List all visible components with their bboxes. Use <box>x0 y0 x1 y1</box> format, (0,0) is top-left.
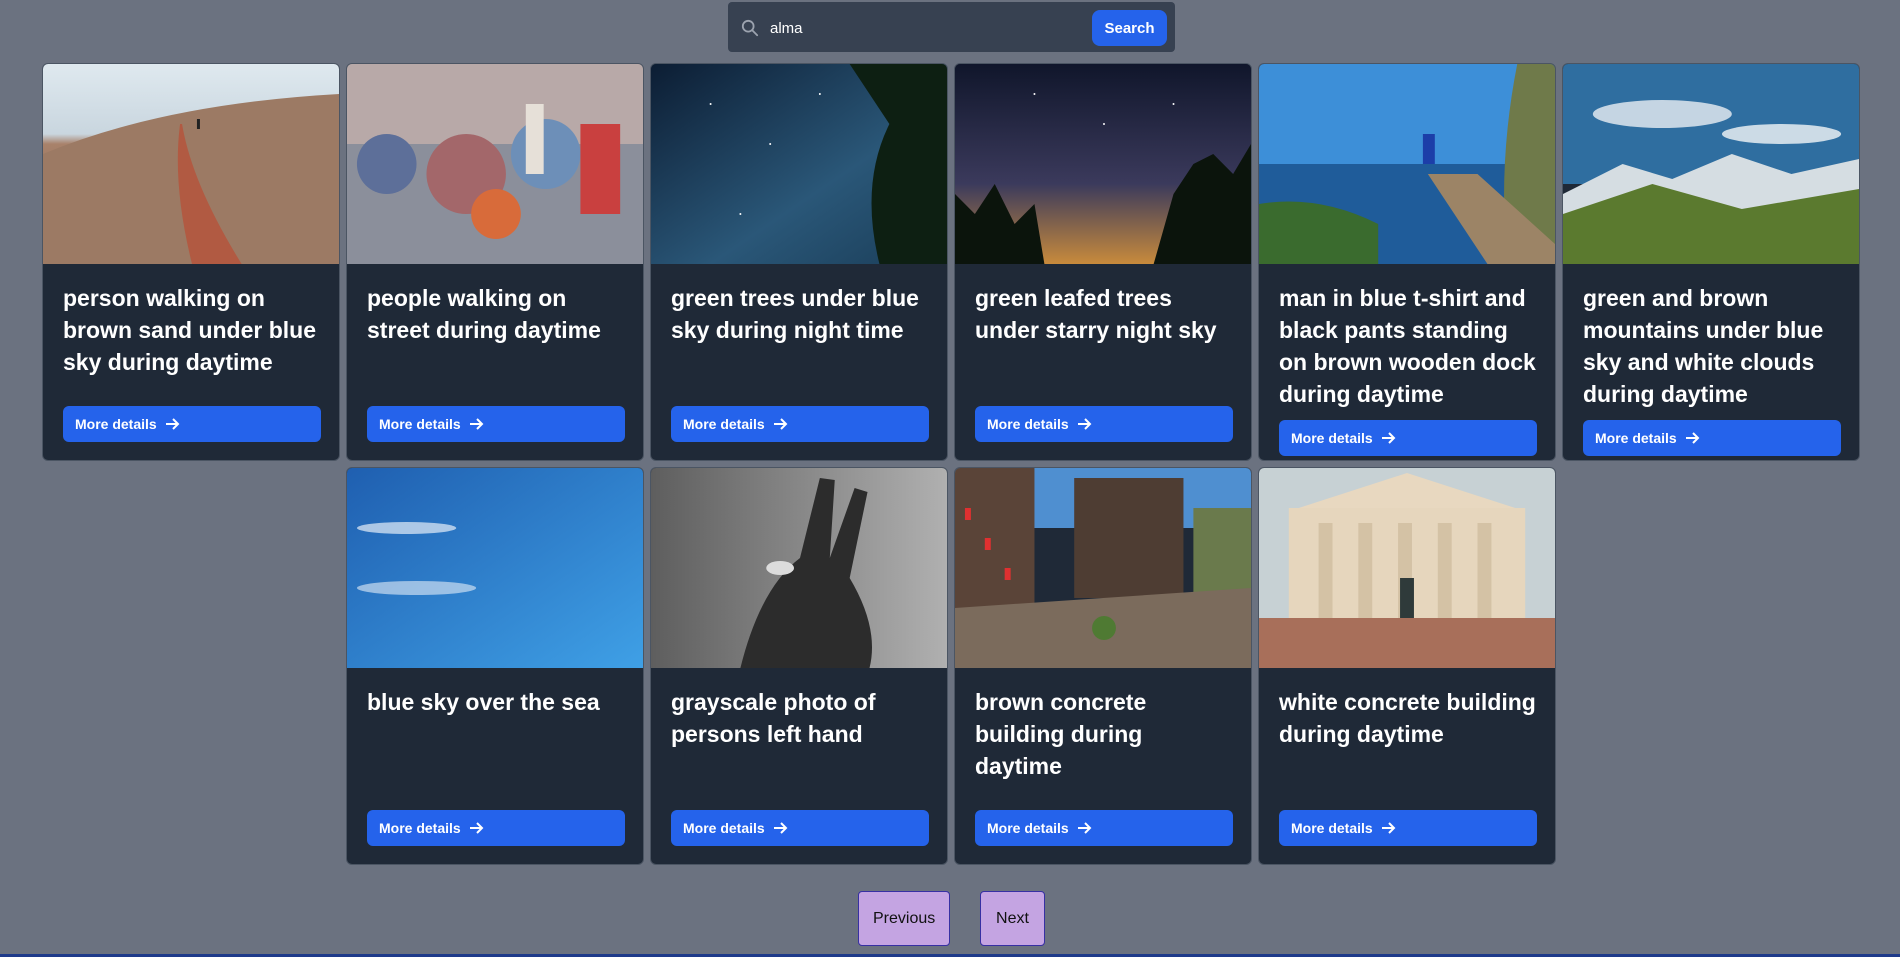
image-card: green leafed trees under starry night sk… <box>954 63 1252 461</box>
button-label: More details <box>379 820 461 836</box>
card-title: grayscale photo of persons left hand <box>671 689 876 747</box>
image-card: person walking on brown sand under blue … <box>42 63 340 461</box>
card-image <box>1259 64 1555 264</box>
image-card: green trees under blue sky during night … <box>650 63 948 461</box>
arrow-right-icon <box>165 418 180 430</box>
more-details-button[interactable]: More details <box>671 406 929 442</box>
next-button[interactable]: Next <box>980 891 1045 946</box>
more-details-button[interactable]: More details <box>671 810 929 846</box>
card-image <box>43 64 339 264</box>
arrow-right-icon <box>1381 432 1396 444</box>
button-label: More details <box>1291 820 1373 836</box>
arrow-right-icon <box>773 418 788 430</box>
button-label: More details <box>987 416 1069 432</box>
card-title: brown concrete building during daytime <box>975 689 1147 779</box>
button-label: More details <box>987 820 1069 836</box>
card-image <box>955 64 1251 264</box>
image-card: grayscale photo of persons left hand Mor… <box>650 467 948 865</box>
image-card: blue sky over the sea More details <box>346 467 644 865</box>
more-details-button[interactable]: More details <box>63 406 321 442</box>
card-title: white concrete building during daytime <box>1279 689 1536 747</box>
more-details-button[interactable]: More details <box>1583 420 1841 456</box>
previous-button[interactable]: Previous <box>858 891 950 946</box>
image-card: green and brown mountains under blue sky… <box>1562 63 1860 461</box>
image-card: brown concrete building during daytime M… <box>954 467 1252 865</box>
arrow-right-icon <box>469 822 484 834</box>
more-details-button[interactable]: More details <box>1279 810 1537 846</box>
image-card: man in blue t-shirt and black pants stan… <box>1258 63 1556 461</box>
search-icon <box>741 19 759 37</box>
card-title: man in blue t-shirt and black pants stan… <box>1279 285 1536 407</box>
image-card: white concrete building during daytime M… <box>1258 467 1556 865</box>
image-card: people walking on street during daytime … <box>346 63 644 461</box>
more-details-button[interactable]: More details <box>975 810 1233 846</box>
more-details-button[interactable]: More details <box>367 810 625 846</box>
search-button[interactable]: Search <box>1092 10 1167 46</box>
card-title: green and brown mountains under blue sky… <box>1583 285 1824 407</box>
button-label: More details <box>683 820 765 836</box>
pagination: Previous Next <box>858 891 1045 946</box>
arrow-right-icon <box>1685 432 1700 444</box>
card-image <box>347 64 643 264</box>
card-title: people walking on street during daytime <box>367 285 601 343</box>
search-input[interactable] <box>768 12 1052 44</box>
card-title: green leafed trees under starry night sk… <box>975 285 1217 343</box>
more-details-button[interactable]: More details <box>975 406 1233 442</box>
button-label: More details <box>1291 430 1373 446</box>
image-results-grid: person walking on brown sand under blue … <box>42 63 1862 865</box>
card-image <box>1259 468 1555 668</box>
arrow-right-icon <box>773 822 788 834</box>
card-image <box>955 468 1251 668</box>
card-image <box>651 64 947 264</box>
button-label: More details <box>1595 430 1677 446</box>
card-title: blue sky over the sea <box>367 689 600 715</box>
search-bar: Search <box>728 2 1175 52</box>
arrow-right-icon <box>1077 822 1092 834</box>
arrow-right-icon <box>1381 822 1396 834</box>
arrow-right-icon <box>1077 418 1092 430</box>
button-label: More details <box>683 416 765 432</box>
card-image <box>1563 64 1859 264</box>
button-label: More details <box>75 416 157 432</box>
button-label: More details <box>379 416 461 432</box>
card-image <box>347 468 643 668</box>
card-title: green trees under blue sky during night … <box>671 285 919 343</box>
more-details-button[interactable]: More details <box>367 406 625 442</box>
arrow-right-icon <box>469 418 484 430</box>
card-image <box>651 468 947 668</box>
card-title: person walking on brown sand under blue … <box>63 285 317 375</box>
more-details-button[interactable]: More details <box>1279 420 1537 456</box>
